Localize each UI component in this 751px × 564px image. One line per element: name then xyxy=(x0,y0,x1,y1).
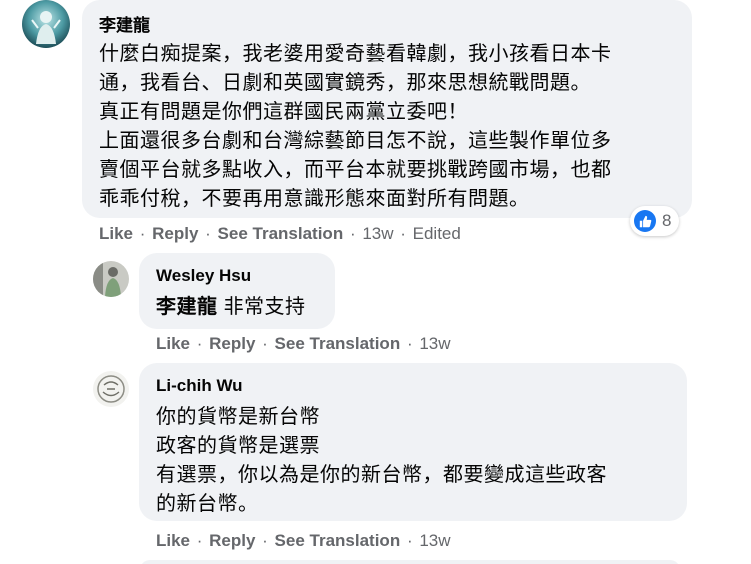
reply-text-content: 非常支持 xyxy=(223,296,306,318)
comment-actions: Like · Reply · See Translation · 13w xyxy=(156,334,451,353)
timestamp[interactable]: 13w xyxy=(362,224,393,243)
reply-author[interactable]: Wesley Hsu xyxy=(156,266,251,286)
profile-photo-icon xyxy=(93,261,129,297)
comment-actions: Like · Reply · See Translation · 13w · E… xyxy=(99,224,461,243)
reply-text-line: 政客的貨幣是選票 xyxy=(156,435,320,457)
like-button[interactable]: Like xyxy=(99,224,133,243)
timestamp[interactable]: 13w xyxy=(419,334,450,353)
comment-text-line: 上面還很多台劇和台灣綜藝節目怎不說，這些製作單位多 xyxy=(99,130,612,152)
comment-actions: Like · Reply · See Translation · 13w xyxy=(156,531,451,550)
reply-button[interactable]: Reply xyxy=(152,224,198,243)
reaction-count: 8 xyxy=(662,211,672,230)
like-button[interactable]: Like xyxy=(156,334,190,353)
avatar[interactable] xyxy=(93,371,129,407)
reply-button[interactable]: Reply xyxy=(209,334,255,353)
reply-text-line: 你的貨幣是新台幣 xyxy=(156,406,320,428)
avatar[interactable] xyxy=(93,261,129,297)
like-button[interactable]: Like xyxy=(156,531,190,550)
comment-text-line: 乖乖付稅，不要再用意識形態來面對所有問題。 xyxy=(99,188,530,210)
see-translation-button[interactable]: See Translation xyxy=(275,531,401,550)
profile-photo-icon xyxy=(22,0,70,48)
reply-text-line: 有選票，你以為是你的新台幣，都要變成這些政客 xyxy=(156,464,607,486)
reply-text-line: 的新台幣。 xyxy=(156,493,259,515)
comment-thread: 李建龍 什麼白痴提案，我老婆用愛奇藝看韓劇，我小孩看日本卡 通，我看台、日劇和英… xyxy=(0,0,751,564)
comment-text-line: 真正有問題是你們這群國民兩黨立委吧！ xyxy=(99,101,468,123)
edited-label: Edited xyxy=(412,224,461,243)
like-icon xyxy=(634,210,656,232)
reply-button[interactable]: Reply xyxy=(209,531,255,550)
avatar[interactable] xyxy=(22,0,70,48)
reaction-summary[interactable]: 8 xyxy=(630,206,680,236)
comment-text-line: 賣個平台就多點收入，而平台本就要挑戰跨國市場，也都 xyxy=(99,159,612,181)
next-reply-bubble xyxy=(140,560,680,564)
reply-text: 李建龍 非常支持 xyxy=(156,290,306,319)
comment-author[interactable]: 李建龍 xyxy=(99,11,150,36)
see-translation-button[interactable]: See Translation xyxy=(218,224,344,243)
timestamp[interactable]: 13w xyxy=(419,531,450,550)
comment-text-line: 通，我看台、日劇和英國實鏡秀，那來思想統戰問題。 xyxy=(99,72,591,94)
mention-link[interactable]: 李建龍 xyxy=(156,296,218,318)
reply-author[interactable]: Li-chih Wu xyxy=(156,376,243,396)
comment-text-line: 什麼白痴提案，我老婆用愛奇藝看韓劇，我小孩看日本卡 xyxy=(99,43,612,65)
see-translation-button[interactable]: See Translation xyxy=(275,334,401,353)
profile-photo-icon xyxy=(93,371,129,407)
